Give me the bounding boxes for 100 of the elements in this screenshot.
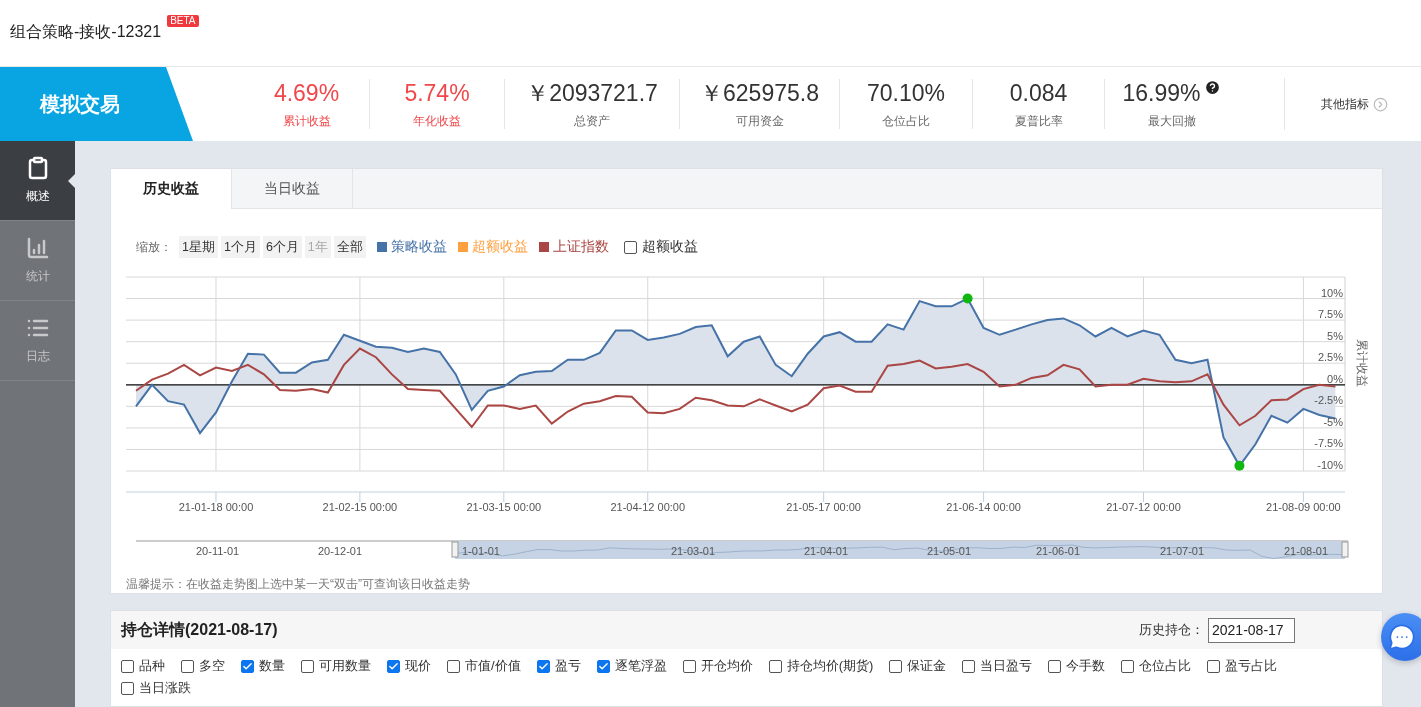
- metric-label: 仓位占比: [882, 113, 930, 129]
- page-title: 组合策略-接收-12321: [10, 22, 162, 42]
- checkbox[interactable]: [241, 659, 254, 673]
- checkbox-label[interactable]: 开仓均价: [700, 657, 753, 675]
- metric-label: 总资产: [574, 113, 610, 129]
- checkbox-label[interactable]: 品种: [139, 657, 165, 675]
- checkbox-label[interactable]: 保证金: [907, 657, 947, 675]
- metric-label: 最大回撤: [1147, 113, 1196, 129]
- help-icon[interactable]: [1203, 79, 1221, 96]
- checkbox-label[interactable]: 盈亏: [554, 657, 581, 675]
- metric-value: ￥625975.8: [700, 79, 819, 107]
- axis-label: 2.5%: [1317, 351, 1343, 364]
- navigator-label: 1-01-01: [462, 545, 500, 557]
- range-handle[interactable]: [451, 541, 459, 558]
- checkbox-label[interactable]: 数量: [259, 657, 285, 675]
- metric-label: 年化收益: [413, 113, 461, 129]
- selection-pointer: [68, 174, 75, 188]
- checkbox-label[interactable]: 盈亏占比: [1225, 657, 1278, 675]
- checkbox[interactable]: [447, 659, 460, 673]
- checkbox-label[interactable]: 现价: [405, 657, 431, 675]
- checkbox-label[interactable]: 多空: [199, 657, 225, 675]
- navigator-label: 21-06-01: [1036, 545, 1081, 557]
- axis-label: 21-06-14 00:00: [946, 501, 1021, 513]
- checkbox-label[interactable]: 逐笔浮盈: [614, 657, 667, 675]
- navigator-label: 20-11-01: [196, 545, 240, 557]
- metric-value: 70.10%: [867, 79, 945, 107]
- axis-label: 21-07-12 00:00: [1106, 501, 1181, 513]
- axis-label: 21-02-15 00:00: [322, 501, 398, 513]
- checkbox[interactable]: [1207, 659, 1221, 673]
- navigator-label: 21-05-01: [927, 545, 972, 557]
- navigator-label: 21-08-01: [1284, 545, 1329, 557]
- checkbox[interactable]: [536, 659, 550, 673]
- checkbox[interactable]: [301, 659, 314, 673]
- range-handle[interactable]: [1341, 541, 1349, 558]
- axis-label: -7.5%: [1314, 437, 1343, 450]
- checkbox[interactable]: [387, 659, 400, 673]
- navigator-label: 21-03-01: [671, 545, 716, 557]
- axis-label: -5%: [1323, 415, 1343, 428]
- bar-chart-icon: [25, 236, 50, 260]
- tab[interactable]: 历史收益: [111, 169, 232, 209]
- zoom-button[interactable]: 1星期: [179, 236, 218, 258]
- axis-label: -2.5%: [1314, 394, 1343, 407]
- checkbox-label[interactable]: 超额收益: [641, 238, 698, 256]
- checkbox[interactable]: [962, 659, 976, 673]
- metric-label: 累计收益: [282, 113, 331, 129]
- zoom-button[interactable]: 6个月: [262, 236, 302, 258]
- trough-marker: [1234, 460, 1245, 471]
- chat-button[interactable]: [1381, 613, 1421, 661]
- axis-label: 5%: [1327, 329, 1343, 342]
- checkbox[interactable]: [596, 659, 610, 673]
- axis-label: 21-01-18 00:00: [178, 501, 254, 513]
- legend-label[interactable]: 上证指数: [552, 238, 609, 256]
- navigator-label: 21-07-01: [1160, 545, 1205, 557]
- legend-label[interactable]: 策略收益: [390, 238, 447, 256]
- tab[interactable]: 当日收益: [232, 169, 353, 208]
- date-field[interactable]: 2021-08-17: [1208, 617, 1295, 643]
- axis-label: 7.5%: [1317, 308, 1343, 321]
- checkbox-label[interactable]: 持仓均价(期货): [786, 657, 874, 675]
- axis-label: 21-04-12 00:00: [610, 501, 686, 513]
- metric-value: 16.99%: [1122, 79, 1201, 107]
- metric-label: 可用资金: [735, 113, 784, 129]
- checkbox-label[interactable]: 仓位占比: [1139, 657, 1192, 675]
- axis-label: 21-08-09 00:00: [1266, 501, 1341, 513]
- section-title: 持仓详情(2021-08-17): [121, 619, 279, 640]
- zoom-button[interactable]: 1个月: [220, 236, 260, 258]
- chat-icon: [1388, 623, 1416, 651]
- checkbox-label[interactable]: 当日涨跌: [139, 679, 191, 697]
- checkbox[interactable]: [623, 240, 637, 254]
- checkbox-label[interactable]: 当日盈亏: [980, 657, 1033, 675]
- checkbox[interactable]: [889, 659, 903, 673]
- metric-value: 4.69%: [273, 79, 340, 107]
- navigator-label: 20-12-01: [318, 545, 363, 557]
- axis-label: 0%: [1327, 372, 1343, 385]
- other-metrics-link[interactable]: 其他指标: [1321, 95, 1369, 113]
- checkbox[interactable]: [768, 659, 782, 673]
- checkbox[interactable]: [121, 659, 134, 673]
- checkbox[interactable]: [121, 681, 134, 695]
- checkbox[interactable]: [682, 659, 696, 673]
- axis-label: 10%: [1320, 286, 1343, 299]
- checkbox[interactable]: [181, 659, 194, 673]
- hint-text: 温馨提示：在收益走势图上选中某一天“双击”可查询该日收益走势: [126, 576, 471, 593]
- checkbox[interactable]: [1121, 659, 1135, 673]
- checkbox[interactable]: [1048, 659, 1062, 673]
- zoom-label: 缩放：: [136, 238, 172, 256]
- peak-marker: [962, 293, 973, 304]
- axis-label: -10%: [1317, 459, 1343, 471]
- zoom-button[interactable]: 全部: [333, 236, 366, 258]
- axis-title: 累计收益: [1355, 338, 1369, 387]
- metric-value: 5.74%: [404, 79, 470, 107]
- metric-value: 0.084: [1009, 79, 1068, 107]
- checkbox-label[interactable]: 市值/价值: [465, 657, 521, 675]
- sidebar-item[interactable]: 概述: [0, 141, 75, 221]
- navigator-label: 21-04-01: [804, 545, 849, 557]
- checkbox-label[interactable]: 可用数量: [319, 657, 371, 675]
- checkbox-label[interactable]: 今手数: [1066, 657, 1106, 675]
- field-label: 历史持仓：: [1139, 621, 1204, 639]
- metric-value: ￥2093721.7: [526, 79, 658, 107]
- mode-banner: 模拟交易: [0, 67, 193, 141]
- metric-label: 夏普比率: [1014, 113, 1063, 129]
- axis-label: 21-05-17 00:00: [786, 501, 861, 513]
